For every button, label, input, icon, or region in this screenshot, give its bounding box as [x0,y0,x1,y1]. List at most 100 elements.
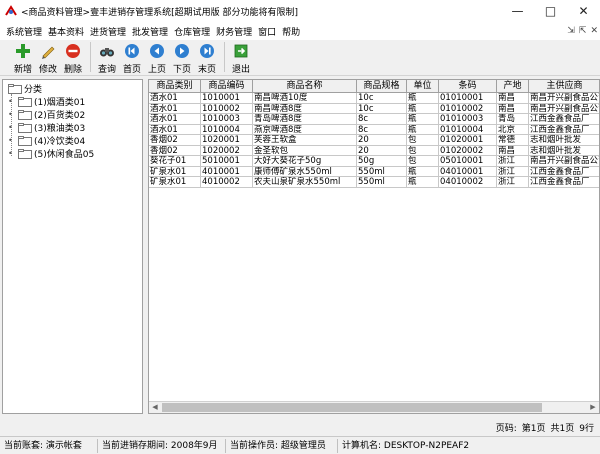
tree-item-tobacco-liquor[interactable]: • (1)烟酒类01 [8,95,85,108]
binoculars-icon [98,42,116,60]
expand-icon[interactable]: • [8,97,16,106]
delete-button[interactable]: 删除 [62,42,84,75]
last-page-button[interactable]: 末页 [196,42,218,75]
menu-basic-data[interactable]: 基本资料 [45,25,87,38]
table-cell: 05010001 [439,156,497,166]
table-row[interactable]: 酒水01 1010004 燕京啤酒8度 8c 瓶 01010004 北京 江西金鑫食品厂 [149,124,599,135]
grid-header: 商品类别 商品编码 商品名称 商品规格 单位 条码 产地 主供应商 [149,80,599,93]
new-label: 新增 [13,65,32,75]
pager-label: 页码: [495,423,517,434]
query-label: 查询 [97,65,116,75]
table-cell: 江西金鑫食品厂 [529,114,599,123]
maximize-button[interactable]: □ [534,0,567,22]
table-row[interactable]: 矿泉水01 4010001 康师傅矿泉水550ml 550ml 瓶 04010001 浙江江… [149,166,599,177]
column-header[interactable]: 单位 [407,80,439,92]
table-cell: 01020001 [439,135,497,145]
scroll-left-icon[interactable]: ◀ [149,402,161,413]
table-cell: 常德 [497,135,529,145]
table-row[interactable]: 葵花子01 5010001 大好大葵花子50g 50g 包 05010001 浙江 南昌开兴副… [149,156,600,167]
folder-icon [18,109,32,120]
column-header[interactable]: 主供应商 [529,80,599,92]
menu-warehouse[interactable]: 仓库管理 [171,25,213,38]
menu-system[interactable]: 系统管理 [3,25,45,38]
next-page-button[interactable]: 下页 [171,42,193,75]
scroll-right-icon[interactable]: ▶ [587,402,599,413]
column-header[interactable]: 商品编码 [201,80,253,92]
expand-icon[interactable]: • [8,123,16,132]
prev-page-button[interactable]: 上页 [146,42,168,75]
toolbar-separator [224,42,225,72]
table-row[interactable]: 酒水01 1010002 南昌啤酒8度 10c 瓶 01010002 南昌 南昌开兴副食品公司 [149,103,599,114]
scroll-thumb[interactable] [162,403,542,412]
menu-help[interactable]: 帮助 [279,25,303,38]
table-cell: 瓶 [407,114,439,124]
tree-item-label: (5)休闲食品05 [34,150,95,160]
first-page-icon [123,42,141,60]
mdi-restore-icon[interactable]: ⇲ [567,26,575,36]
mdi-close-icon[interactable]: ✕ [590,26,598,36]
edit-button[interactable]: 修改 [37,42,59,75]
title-bar: <商品资料管理>壹丰进销存管理系统[超期试用版 部分功能将有限制] — □ ✕ [0,0,600,22]
pager: 页码: 第1页 共1页 9行 [0,418,600,436]
status-period: 当前进销存期间: 2008年9月 [98,438,226,453]
query-button[interactable]: 查询 [96,42,118,75]
table-cell: 葵花子01 [149,156,201,166]
table-cell: 南昌开兴副食品公司 [530,93,600,103]
menu-purchase[interactable]: 进货管理 [87,25,129,38]
table-cell: 4010002 [201,177,253,187]
table-row[interactable]: 香烟02 1020001 芙蓉王软盒 20 包 01020001 常德 志和烟叶批发 [149,135,599,146]
table-cell: 瓶 [407,103,439,113]
first-page-button[interactable]: 首页 [121,42,143,75]
table-cell: 8c [357,124,407,134]
table-cell: 1010003 [201,114,253,124]
table-cell: 南昌 [497,145,529,155]
toolbar: 新增 修改 删除 查询 首页 上页 下页 末页 退出 [0,40,600,76]
mdi-maximize-icon[interactable]: ⇱ [579,26,587,36]
expand-icon[interactable]: • [8,110,16,119]
table-cell: 8c [357,114,407,124]
column-header[interactable]: 商品类别 [149,80,201,92]
expand-icon[interactable]: • [8,136,16,145]
minimize-button[interactable]: — [501,0,534,22]
column-header[interactable]: 商品名称 [253,80,357,92]
tree-item-general-goods[interactable]: • (2)百货类02 [8,108,85,121]
menu-finance[interactable]: 财务管理 [213,25,255,38]
tree-item-grain-oil[interactable]: • (3)粮油类03 [8,121,85,134]
table-cell: 01010003 [439,114,497,124]
menu-wholesale[interactable]: 批发管理 [129,25,171,38]
table-cell: 浙江 [497,156,529,166]
table-row[interactable]: 矿泉水01 4010002 农夫山泉矿泉水550ml 550ml 瓶 04010002 浙江… [149,177,599,188]
menu-bar: 系统管理 基本资料 进货管理 批发管理 仓库管理 财务管理 窗口 帮助 [0,22,600,40]
column-header[interactable]: 产地 [497,80,529,92]
last-page-icon [198,42,216,60]
table-cell: 浙江 [497,177,529,187]
table-cell: 瓶 [407,166,439,176]
expand-icon[interactable]: • [8,149,16,158]
horizontal-scrollbar[interactable]: ◀ ▶ [149,401,599,413]
app-logo-icon [5,5,17,17]
table-cell: 南昌 [497,93,529,103]
table-cell: 矿泉水01 [149,177,201,187]
table-cell: 南昌开兴副食品公司 [530,156,600,166]
table-cell: 04010002 [439,177,497,187]
table-cell: 1010004 [201,124,253,134]
tree-item-cold-drinks[interactable]: • (4)冷饮类04 [8,134,85,147]
new-button[interactable]: 新增 [12,42,34,75]
status-bar: 当前账套: 演示帐套 当前进销存期间: 2008年9月 当前操作员: 超级管理员… [0,436,600,454]
table-cell: 20 [357,145,407,155]
window-title: <商品资料管理>壹丰进销存管理系统[超期试用版 部分功能将有限制] [21,7,298,18]
table-row[interactable]: 酒水01 1010001 南昌啤酒10度 10c 瓶 01010001 南昌 南昌开兴副食品公… [149,93,600,104]
column-header[interactable]: 条码 [439,80,497,92]
pager-count: 9行 [579,423,594,434]
menu-window[interactable]: 窗口 [255,25,279,38]
column-header[interactable]: 商品规格 [357,80,407,92]
table-row[interactable]: 香烟02 1020002 金圣软包 20 包 01020002 南昌 志和烟叶批发 [149,145,599,156]
plus-icon [14,42,32,60]
close-button[interactable]: ✕ [567,0,600,22]
category-tree: 分类 • (1)烟酒类01 • (2)百货类02 • (3)粮油类03 • (4… [2,79,143,414]
tree-item-snacks[interactable]: • (5)休闲食品05 [8,147,94,160]
table-cell: 550ml [357,177,407,187]
table-row[interactable]: 酒水01 1010003 青岛啤酒8度 8c 瓶 01010003 青岛 江西金鑫食品厂 [149,114,599,125]
table-cell: 酒水01 [149,103,201,113]
exit-button[interactable]: 退出 [230,42,252,75]
